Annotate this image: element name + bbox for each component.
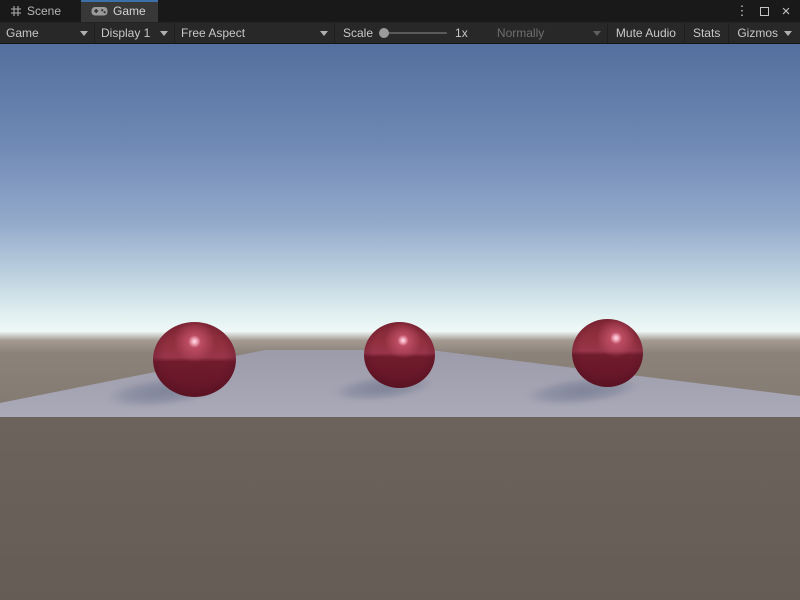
scale-control: Scale 1x	[334, 23, 474, 43]
sphere-3	[572, 319, 643, 387]
tab-scene[interactable]: Scene	[0, 0, 73, 22]
foreground-ground	[0, 417, 800, 600]
tab-scene-label: Scene	[27, 4, 61, 18]
play-mode-value: Normally	[497, 26, 544, 40]
play-mode-dropdown[interactable]: Normally	[491, 23, 607, 43]
view-selector-dropdown[interactable]: Game	[0, 23, 94, 43]
unity-game-window: Scene Game ⋮ × Game	[0, 0, 800, 600]
toolbar-right-group: Normally Mute Audio Stats Gizmos	[491, 23, 800, 43]
aspect-ratio-value: Free Aspect	[181, 26, 245, 40]
stats-label: Stats	[693, 26, 720, 40]
chevron-down-icon	[80, 31, 88, 36]
chevron-down-icon	[320, 31, 328, 36]
aspect-ratio-dropdown[interactable]: Free Aspect	[174, 23, 334, 43]
kebab-menu-icon[interactable]: ⋮	[734, 3, 750, 19]
scale-label: Scale	[343, 26, 373, 40]
gamepad-icon	[91, 6, 108, 17]
tab-game-label: Game	[113, 4, 146, 18]
grid-icon	[10, 5, 22, 17]
mute-audio-label: Mute Audio	[616, 26, 676, 40]
scale-value: 1x	[455, 26, 468, 40]
chevron-down-icon	[160, 31, 168, 36]
scale-slider-knob[interactable]	[379, 28, 389, 38]
maximize-icon[interactable]	[756, 3, 772, 19]
scale-slider[interactable]	[381, 32, 447, 34]
mute-audio-button[interactable]: Mute Audio	[607, 23, 684, 43]
stats-button[interactable]: Stats	[684, 23, 728, 43]
game-viewport[interactable]	[0, 44, 800, 600]
game-view-toolbar: Game Display 1 Free Aspect Scale 1x Norm…	[0, 22, 800, 44]
gizmos-dropdown[interactable]: Gizmos	[728, 23, 800, 43]
view-selector-value: Game	[6, 26, 39, 40]
sphere-1	[153, 322, 236, 397]
display-dropdown[interactable]: Display 1	[94, 23, 174, 43]
chevron-down-icon	[784, 31, 792, 36]
display-dropdown-value: Display 1	[101, 26, 150, 40]
sphere-2	[364, 322, 435, 388]
chevron-down-icon	[593, 31, 601, 36]
tab-game[interactable]: Game	[81, 0, 158, 22]
gizmos-label: Gizmos	[737, 26, 778, 40]
close-icon[interactable]: ×	[778, 3, 794, 19]
window-controls: ⋮ ×	[734, 0, 800, 22]
tab-bar: Scene Game ⋮ ×	[0, 0, 800, 22]
